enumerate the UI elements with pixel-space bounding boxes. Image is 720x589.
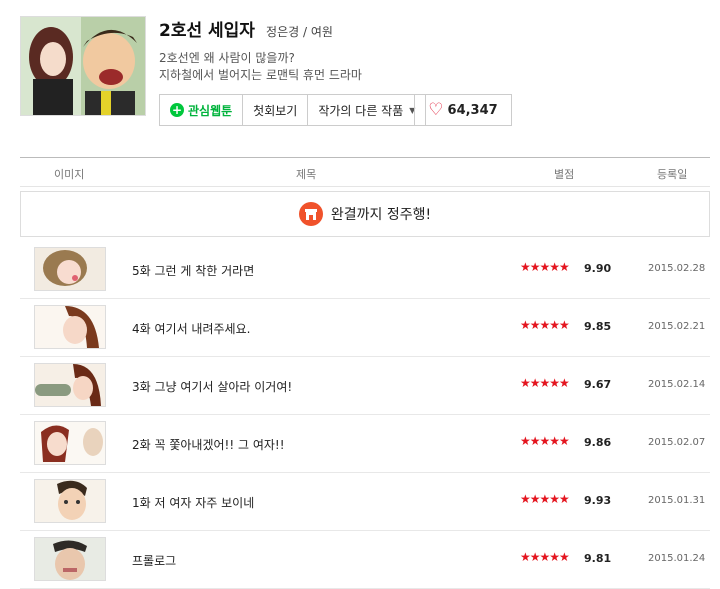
title-row: 2호선 세입자 정은경 / 여원	[159, 16, 333, 41]
episode-title[interactable]: 4화 여기서 내려주세요.	[132, 320, 250, 337]
column-date: 등록일	[657, 168, 688, 181]
episode-thumbnail[interactable]	[34, 305, 106, 349]
other-works-dropdown[interactable]: 작가의 다른 작품 ▼	[308, 95, 426, 125]
add-favorite-button[interactable]: + 관심웹툰	[160, 95, 244, 125]
table-row[interactable]: 5화 그런 게 착한 거라면 ★★★★★ 9.90 2015.02.28	[20, 241, 710, 299]
comic-title: 2호선 세입자	[159, 21, 255, 41]
comic-author[interactable]: 정은경 / 여원	[266, 25, 333, 39]
episode-table: 이미지 제목 별점 등록일 완결까지 정주행! 5화 그런 게 착한 거라면 ★…	[20, 157, 710, 589]
episode-date: 2015.02.14	[648, 379, 706, 390]
star-rating: ★★★★★	[520, 492, 570, 506]
binge-banner[interactable]: 완결까지 정주행!	[20, 191, 710, 237]
star-rating: ★★★★★	[520, 318, 570, 332]
episode-title[interactable]: 5화 그런 게 착한 거라면	[132, 262, 254, 279]
episode-score: 9.90	[584, 262, 612, 275]
column-rating: 별점	[554, 168, 575, 181]
binge-banner-text: 완결까지 정주행!	[330, 207, 432, 223]
column-title: 제목	[296, 168, 317, 181]
table-row[interactable]: 프롤로그 ★★★★★ 9.81 2015.01.24	[20, 531, 710, 589]
episode-date: 2015.01.24	[648, 553, 706, 564]
comic-thumbnail[interactable]	[20, 16, 146, 116]
episode-thumbnail[interactable]	[34, 537, 106, 581]
episode-title[interactable]: 1화 저 여자 자주 보이네	[132, 494, 254, 511]
star-rating: ★★★★★	[520, 550, 570, 564]
episode-thumbnail[interactable]	[34, 479, 106, 523]
table-header: 이미지 제목 별점 등록일	[20, 157, 710, 187]
episode-title[interactable]: 프롤로그	[132, 552, 176, 569]
table-row[interactable]: 3화 그냥 여기서 살아라 이거여! ★★★★★ 9.67 2015.02.14	[20, 357, 710, 415]
column-image: 이미지	[54, 168, 85, 181]
description-line-2: 지하철에서 벌어지는 로맨틱 휴먼 드라마	[159, 68, 362, 82]
like-count: 64,347	[447, 102, 498, 118]
episode-score: 9.93	[584, 494, 612, 507]
episode-date: 2015.02.28	[648, 263, 706, 274]
episode-title[interactable]: 3화 그냥 여기서 살아라 이거여!	[132, 378, 292, 395]
episode-score: 9.85	[584, 320, 612, 333]
table-row[interactable]: 4화 여기서 내려주세요. ★★★★★ 9.85 2015.02.21	[20, 299, 710, 357]
episode-title[interactable]: 2화 꼭 쫓아내겠어!! 그 여자!!	[132, 436, 285, 453]
star-rating: ★★★★★	[520, 260, 570, 274]
table-row[interactable]: 2화 꼭 쫓아내겠어!! 그 여자!! ★★★★★ 9.86 2015.02.0…	[20, 415, 710, 473]
heart-icon: ♡	[428, 99, 444, 120]
like-button[interactable]: ♡ 64,347	[414, 94, 512, 126]
action-buttons: + 관심웹툰 첫회보기 작가의 다른 작품 ▼	[159, 94, 427, 126]
table-row[interactable]: 1화 저 여자 자주 보이네 ★★★★★ 9.93 2015.01.31	[20, 473, 710, 531]
comic-description: 2호선엔 왜 사람이 많을까? 지하철에서 벌어지는 로맨틱 휴먼 드라마	[159, 50, 362, 84]
favorite-label: 관심웹툰	[188, 103, 233, 118]
plus-icon: +	[170, 103, 184, 117]
episode-score: 9.67	[584, 378, 612, 391]
episode-score: 9.81	[584, 552, 612, 565]
star-rating: ★★★★★	[520, 376, 570, 390]
description-line-1: 2호선엔 왜 사람이 많을까?	[159, 51, 295, 65]
other-works-label: 작가의 다른 작품	[318, 103, 404, 118]
episode-score: 9.86	[584, 436, 612, 449]
episode-date: 2015.01.31	[648, 495, 706, 506]
comic-header: 2호선 세입자 정은경 / 여원 2호선엔 왜 사람이 많을까? 지하철에서 벌…	[0, 0, 720, 156]
episode-thumbnail[interactable]	[34, 421, 106, 465]
first-episode-label: 첫회보기	[253, 103, 298, 118]
first-episode-button[interactable]: 첫회보기	[243, 95, 309, 125]
episode-thumbnail[interactable]	[34, 363, 106, 407]
episode-date: 2015.02.07	[648, 437, 706, 448]
star-rating: ★★★★★	[520, 434, 570, 448]
episode-date: 2015.02.21	[648, 321, 706, 332]
episode-thumbnail[interactable]	[34, 247, 106, 291]
store-icon	[298, 202, 323, 226]
